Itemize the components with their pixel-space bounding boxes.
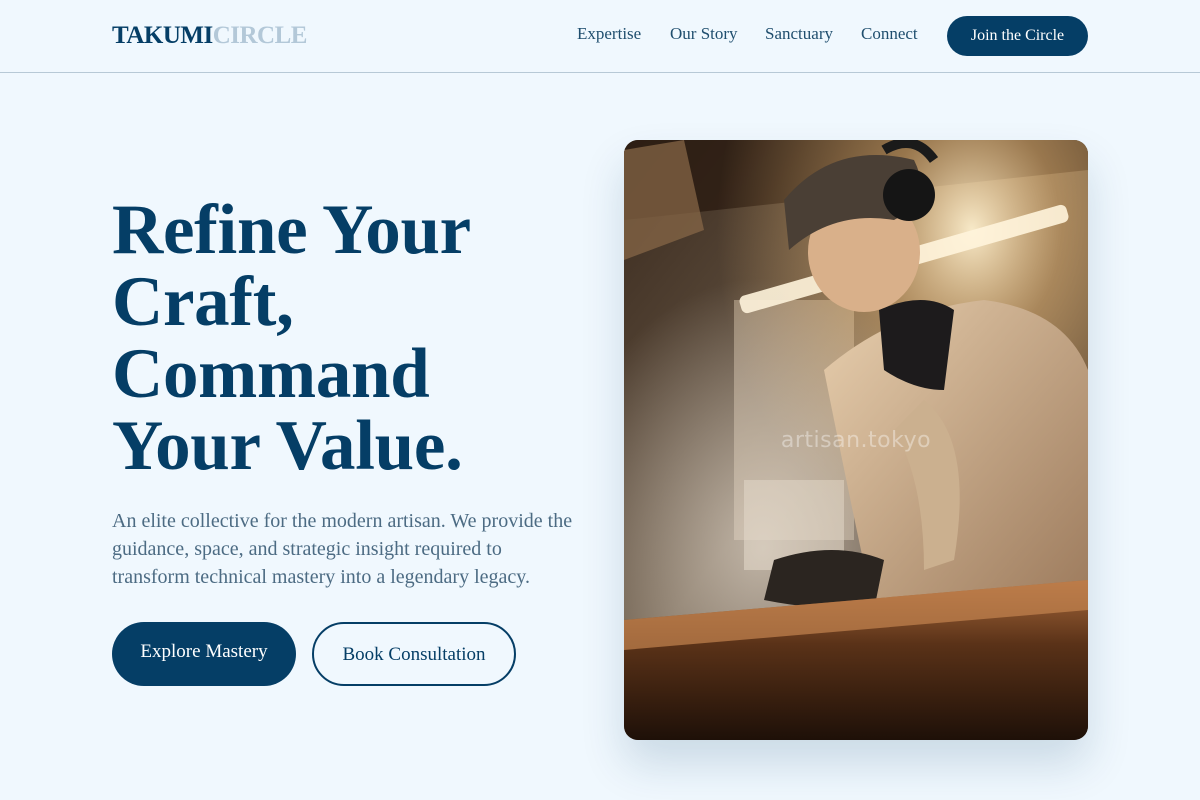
brand-logo-part1: TAKUMI: [112, 22, 213, 49]
hero-title-line: Refine Your: [112, 191, 471, 269]
nav-link-sanctuary[interactable]: Sanctuary: [765, 23, 833, 45]
hero-title-line: Craft,: [112, 263, 294, 341]
hero-description: An elite collective for the modern artis…: [112, 510, 573, 588]
nav-link-connect[interactable]: Connect: [861, 23, 918, 45]
brand-logo-part2: CIRCLE: [212, 22, 308, 49]
join-circle-button[interactable]: Join the Circle: [947, 16, 1088, 56]
brand-logo[interactable]: TAKUMICIRCLE: [112, 22, 307, 50]
site-header: TAKUMICIRCLE Expertise Our Story Sanctua…: [0, 0, 1200, 73]
hero-title-line: Command: [112, 335, 430, 413]
nav-link-expertise[interactable]: Expertise: [577, 23, 641, 45]
image-watermark: artisan.tokyo: [780, 428, 932, 453]
landing-page: TAKUMICIRCLE Expertise Our Story Sanctua…: [0, 0, 1200, 800]
book-consultation-button[interactable]: Book Consultation: [312, 622, 516, 686]
explore-mastery-button[interactable]: Explore Mastery: [112, 622, 296, 686]
hero-title-line: Your Value.: [112, 407, 463, 485]
hero-title: Refine Your Craft, Command Your Value.: [112, 194, 592, 482]
nav-link-our-story[interactable]: Our Story: [670, 23, 738, 45]
hero-image: artisan.tokyo: [624, 140, 1088, 740]
